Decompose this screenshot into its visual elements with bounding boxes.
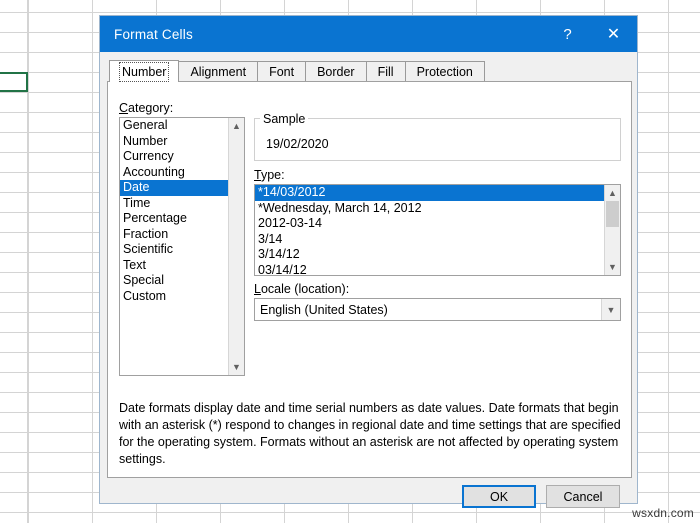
locale-combobox[interactable]: English (United States) ▼ — [254, 298, 621, 321]
category-item-percentage[interactable]: Percentage — [120, 211, 228, 227]
cancel-button[interactable]: Cancel — [546, 485, 620, 508]
type-item-1[interactable]: *Wednesday, March 14, 2012 — [255, 201, 604, 217]
help-icon[interactable]: ? — [545, 16, 590, 52]
dialog-titlebar[interactable]: Format Cells ? ✕ — [100, 16, 637, 52]
type-scrollbar[interactable]: ▲ ▼ — [604, 185, 620, 275]
close-icon[interactable]: ✕ — [590, 16, 637, 52]
category-item-number[interactable]: Number — [120, 134, 228, 150]
category-scrollbar-track[interactable] — [229, 134, 244, 359]
watermark: wsxdn.com — [632, 506, 694, 520]
type-scrollbar-thumb[interactable] — [606, 201, 619, 227]
tab-number-label: Number — [119, 62, 170, 82]
tab-number[interactable]: Number — [109, 60, 180, 82]
format-description: Date formats display date and time seria… — [119, 401, 621, 466]
tab-alignment-label: Alignment — [190, 65, 247, 79]
category-item-currency[interactable]: Currency — [120, 149, 228, 165]
category-item-accounting[interactable]: Accounting — [120, 165, 228, 181]
tab-font-label: Font — [269, 65, 295, 79]
category-scrollbar[interactable]: ▲ ▼ — [228, 118, 244, 375]
tab-fill-label: Fill — [377, 65, 394, 79]
format-cells-dialog: Format Cells ? ✕ Number Alignment Font B… — [99, 15, 638, 508]
locale-value: English (United States) — [260, 302, 388, 317]
category-item-time[interactable]: Time — [120, 196, 228, 212]
type-listbox[interactable]: *14/03/2012 *Wednesday, March 14, 2012 2… — [254, 184, 621, 276]
category-item-general[interactable]: General — [120, 118, 228, 134]
type-scrollbar-track[interactable] — [605, 201, 620, 259]
tab-border[interactable]: Border — [305, 61, 367, 82]
type-items: *14/03/2012 *Wednesday, March 14, 2012 2… — [255, 185, 604, 275]
chevron-down-icon[interactable]: ▼ — [605, 259, 620, 275]
type-label: Type: — [254, 168, 285, 182]
chevron-down-icon[interactable]: ▼ — [229, 359, 244, 375]
type-item-4[interactable]: 3/14/12 — [255, 247, 604, 263]
chevron-up-icon[interactable]: ▲ — [229, 118, 244, 134]
tab-fill[interactable]: Fill — [365, 61, 406, 82]
category-item-text[interactable]: Text — [120, 258, 228, 274]
dialog-title: Format Cells — [114, 26, 193, 42]
chevron-down-icon[interactable]: ▼ — [601, 299, 620, 320]
type-item-0[interactable]: *14/03/2012 — [255, 185, 604, 201]
ok-button[interactable]: OK — [462, 485, 536, 508]
tab-font[interactable]: Font — [257, 61, 307, 82]
tabstrip: Number Alignment Font Border Fill Protec… — [109, 60, 630, 82]
sample-legend: Sample — [260, 112, 309, 126]
type-item-2[interactable]: 2012-03-14 — [255, 216, 604, 232]
tab-protection[interactable]: Protection — [404, 61, 485, 82]
category-label: Category: — [119, 101, 174, 115]
tab-alignment[interactable]: Alignment — [178, 61, 259, 82]
tab-border-label: Border — [317, 65, 355, 79]
category-item-special[interactable]: Special — [120, 273, 228, 289]
tab-protection-label: Protection — [416, 65, 473, 79]
category-item-date[interactable]: Date — [120, 180, 228, 196]
type-item-3[interactable]: 3/14 — [255, 232, 604, 248]
active-cell-indicator — [0, 72, 28, 92]
chevron-up-icon[interactable]: ▲ — [605, 185, 620, 201]
number-tab-panel: Category: General Number Currency Accoun… — [107, 81, 632, 478]
type-item-5[interactable]: 03/14/12 — [255, 263, 604, 276]
sample-value: 19/02/2020 — [266, 137, 329, 151]
category-items: General Number Currency Accounting Date … — [120, 118, 228, 375]
locale-label: Locale (location): — [254, 282, 350, 296]
category-listbox[interactable]: General Number Currency Accounting Date … — [119, 117, 245, 376]
category-item-scientific[interactable]: Scientific — [120, 242, 228, 258]
category-item-custom[interactable]: Custom — [120, 289, 228, 305]
category-item-fraction[interactable]: Fraction — [120, 227, 228, 243]
